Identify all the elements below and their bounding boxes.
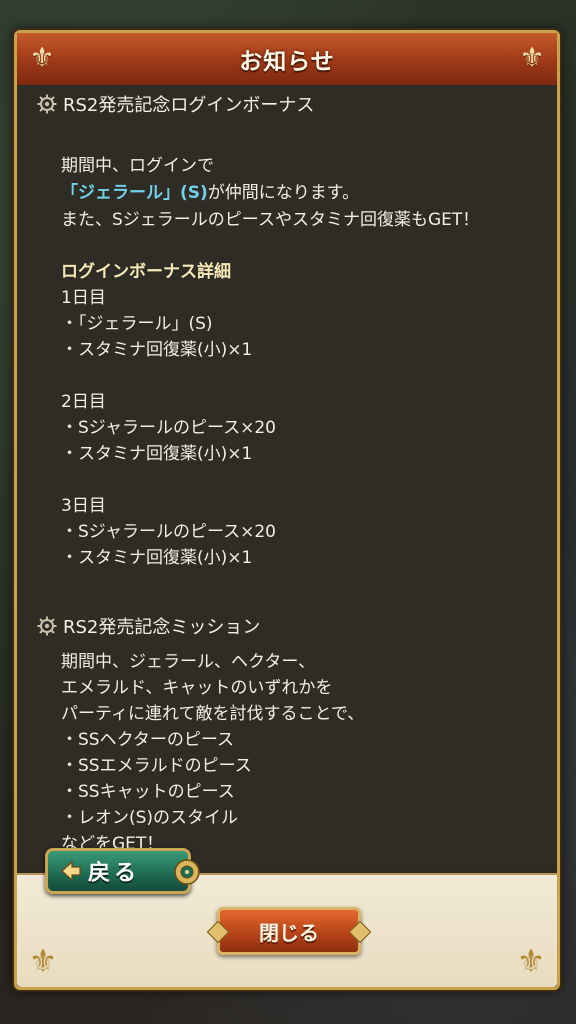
reward-item: ・Sジャラールのピース×20 (61, 418, 276, 438)
ornament-icon (174, 859, 200, 885)
section-heading-text: RS2発売記念ログインボーナス (63, 95, 315, 116)
section-heading-login-bonus: RS2発売記念ログインボーナス (37, 91, 314, 117)
text-fragment: が仲間になります。 (207, 183, 360, 203)
dialog-title: お知らせ (239, 49, 335, 75)
close-button-label: 閉じる (259, 920, 319, 945)
reward-item: ・SSエメラルドのピース (61, 756, 252, 776)
close-button[interactable]: 閉じる (206, 907, 372, 955)
arrow-left-icon (61, 860, 81, 882)
notice-dialog: ⚜ お知らせ ⚜ RS2発売記念ログインボーナス 期間中、ログインで 「ジェラー… (14, 30, 560, 990)
diamond-ornament-icon (206, 920, 230, 944)
day-label: 3日目 (61, 496, 106, 516)
text-line: また、Sジェラールのピースやスタミナ回復薬もGET！ (61, 210, 480, 230)
reward-item: ・レオン(S)のスタイル (61, 808, 239, 828)
text-line: パーティに連れて敵を討伐することで、 (61, 704, 365, 724)
fleur-ornament-icon: ⚜ (516, 942, 546, 980)
fleur-ornament-icon: ⚜ (28, 942, 58, 980)
back-button[interactable]: 戻る (45, 848, 200, 894)
text-line: 期間中、ログインで (61, 156, 214, 176)
reward-item: ・スタミナ回復薬(小)×1 (61, 444, 253, 464)
fleur-ornament-icon: ⚜ (519, 41, 545, 74)
reward-item: ・スタミナ回復薬(小)×1 (61, 340, 253, 360)
reward-item: ・SSヘクターのピース (61, 730, 235, 750)
text-line: 「ジェラール」(S)が仲間になります。 (61, 178, 359, 203)
text-line: エメラルド、キャットのいずれかを (61, 678, 333, 698)
section-heading-mission: RS2発売記念ミッション (37, 613, 260, 639)
detail-title: ログインボーナス詳細 (61, 262, 231, 282)
dialog-title-bar: ⚜ お知らせ ⚜ (17, 33, 557, 87)
reward-item: ・SSキャットのピース (61, 782, 235, 802)
reward-item: ・「ジェラール」(S) (61, 314, 213, 334)
gear-icon (37, 94, 57, 114)
notice-content[interactable]: RS2発売記念ログインボーナス 期間中、ログインで 「ジェラール」(S)が仲間に… (17, 85, 557, 870)
fleur-ornament-icon: ⚜ (29, 41, 55, 74)
diamond-ornament-icon (348, 920, 372, 944)
day-label: 1日目 (61, 288, 106, 308)
back-button-label: 戻る (88, 861, 141, 886)
reward-item: ・スタミナ回復薬(小)×1 (61, 548, 253, 568)
reward-item: ・Sジャラールのピース×20 (61, 522, 276, 542)
gear-icon (37, 616, 57, 636)
text-line: 期間中、ジェラール、ヘクター、 (61, 652, 316, 672)
day-label: 2日目 (61, 392, 106, 412)
highlight-character-name: 「ジェラール」(S) (61, 183, 208, 203)
section-heading-text: RS2発売記念ミッション (63, 617, 261, 638)
